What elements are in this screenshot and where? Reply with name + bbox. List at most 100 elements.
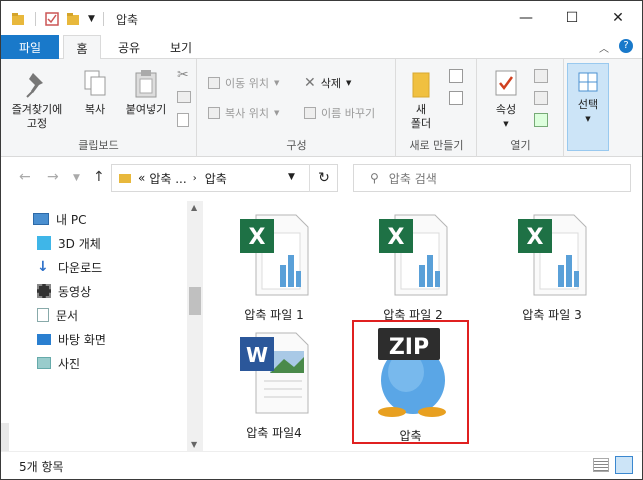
back-arrow-icon[interactable]: ← [19,169,31,185]
new-folder-icon[interactable] [66,12,82,26]
download-icon: ↓ [37,259,49,275]
nav-item-label: 바탕 화면 [58,332,106,347]
file-item-word[interactable]: W 압축 파일4 [214,329,334,441]
nav-item-label: 3D 개체 [58,236,101,251]
group-clipboard-label: 클립보드 [78,139,119,152]
file-name: 압축 파일 1 [244,308,304,322]
breadcrumb-parent[interactable]: 압축 ... [149,170,186,187]
pin-icon [26,73,43,98]
svg-text:X: X [249,225,266,250]
close-icon: ✕ [612,10,624,26]
file-item-excel-1[interactable]: X 압축 파일 1 [214,211,334,323]
paste-shortcut-icon[interactable] [177,113,189,127]
tab-view[interactable]: 보기 [161,35,201,59]
document-icon [37,308,49,322]
breadcrumb-separator-icon[interactable]: › [193,173,197,184]
paste-button[interactable]: 붙여넣기 [119,69,173,117]
minimize-button[interactable]: — [503,1,549,35]
pin-quick-access-button[interactable]: 즐겨찾기에 고정 [9,69,65,131]
delete-label: 삭제 [320,77,341,90]
nav-item-label: 사진 [58,356,81,371]
window-title: 압축 [116,13,139,27]
file-item-zip[interactable]: ZIP 압축 [352,320,469,444]
copy-label: 복사 [84,103,106,116]
nav-item-desktop[interactable]: 바탕 화면 [37,329,106,349]
nav-item-videos[interactable]: 동영상 [37,281,91,301]
file-item-excel-3[interactable]: X 압축 파일 3 [492,211,612,323]
excel-file-icon: X [518,214,587,296]
ribbon-tabs: 파일 홈 공유 보기 ︿ ? [1,35,642,60]
close-button[interactable]: ✕ [595,1,641,35]
tab-share[interactable]: 공유 [109,35,149,59]
file-item-excel-2[interactable]: X 압축 파일 2 [353,211,473,323]
desktop-icon [37,333,51,345]
delete-button[interactable]: ✕ 삭제 ▼ [304,75,351,91]
paste-icon [135,70,157,98]
copy-to-button[interactable]: 복사 위치 ▼ [208,105,279,121]
tab-file[interactable]: 파일 [1,35,59,59]
nav-scrollbar[interactable]: ▲ ▼ [187,201,203,451]
tab-home[interactable]: 홈 [63,35,101,60]
path-overflow[interactable]: « [138,171,145,185]
help-icon[interactable]: ? [619,39,633,53]
nav-item-3d-objects[interactable]: 3D 개체 [37,233,101,253]
title-bar: ▼ 압축 — ☐ ✕ [1,1,642,35]
customize-qa-icon[interactable]: ▼ [88,14,95,24]
recent-chevron-icon[interactable]: ▼ [73,173,80,183]
search-input[interactable]: ⚲ 압축 검색 [353,164,631,192]
nav-item-label: 문서 [56,308,79,323]
properties-button[interactable]: 속성 ▼ [486,69,526,131]
svg-text:X: X [388,225,405,250]
open-icon[interactable] [534,69,548,83]
nav-item-this-pc[interactable]: 내 PC [33,209,86,229]
folder-icon[interactable] [11,12,27,26]
cut-icon[interactable]: ✂ [177,67,189,83]
rename-button[interactable]: 이름 바꾸기 [304,105,375,121]
nav-item-pictures[interactable]: 사진 [37,353,80,373]
select-button[interactable]: 선택 ▼ [567,63,609,151]
search-icon: ⚲ [370,171,379,185]
properties-check-icon[interactable] [44,11,60,27]
history-icon[interactable] [534,113,548,127]
rename-icon [304,107,316,119]
chevron-down-icon: ▼ [273,109,280,117]
paste-label: 붙여넣기 [125,103,167,116]
chevron-down-icon: ▼ [585,115,591,123]
select-grid-icon [578,72,598,92]
group-open-label: 열기 [510,139,531,152]
nav-item-downloads[interactable]: ↓ 다운로드 [37,257,102,277]
status-bar: 5개 항목 [1,451,642,479]
minimize-icon: — [519,10,533,26]
edit-icon[interactable] [534,91,548,105]
pc-icon [33,213,49,225]
forward-arrow-icon[interactable]: → [47,169,59,185]
content-scrollbar[interactable] [626,199,642,451]
copy-path-icon[interactable] [177,91,191,103]
easy-access-icon[interactable] [449,91,463,105]
excel-file-icon: X [379,214,448,296]
nav-scroll-thumb[interactable] [189,287,201,315]
quick-access-toolbar: ▼ [11,11,112,27]
details-view-icon[interactable] [593,458,609,472]
new-item-icon[interactable] [449,69,463,83]
large-icons-view-icon[interactable] [615,456,633,474]
address-dropdown-icon[interactable]: ▼ [288,172,295,182]
up-arrow-icon[interactable]: ↑ [93,169,105,185]
move-to-button[interactable]: 이동 위치 ▼ [208,75,279,91]
nav-item-documents[interactable]: 문서 [37,305,78,325]
scroll-down-icon[interactable]: ▼ [191,440,197,449]
copy-button[interactable]: 복사 [73,69,117,117]
maximize-button[interactable]: ☐ [549,1,595,35]
address-bar[interactable]: « 압축 ... › 압축 ▼ [111,164,338,192]
new-folder-button[interactable]: 새 폴더 [401,69,441,131]
search-placeholder: 압축 검색 [388,171,437,186]
copy-icon [84,70,106,96]
picture-icon [37,357,51,369]
group-select: 선택 ▼ [565,59,611,157]
nav-hscroll-stub [1,423,9,451]
collapse-ribbon-icon[interactable]: ︿ [599,40,609,55]
refresh-button[interactable]: ↻ [309,164,338,192]
scroll-up-icon[interactable]: ▲ [191,203,197,212]
zip-file-icon: ZIP [377,328,446,417]
breadcrumb-current[interactable]: 압축 [205,170,227,187]
